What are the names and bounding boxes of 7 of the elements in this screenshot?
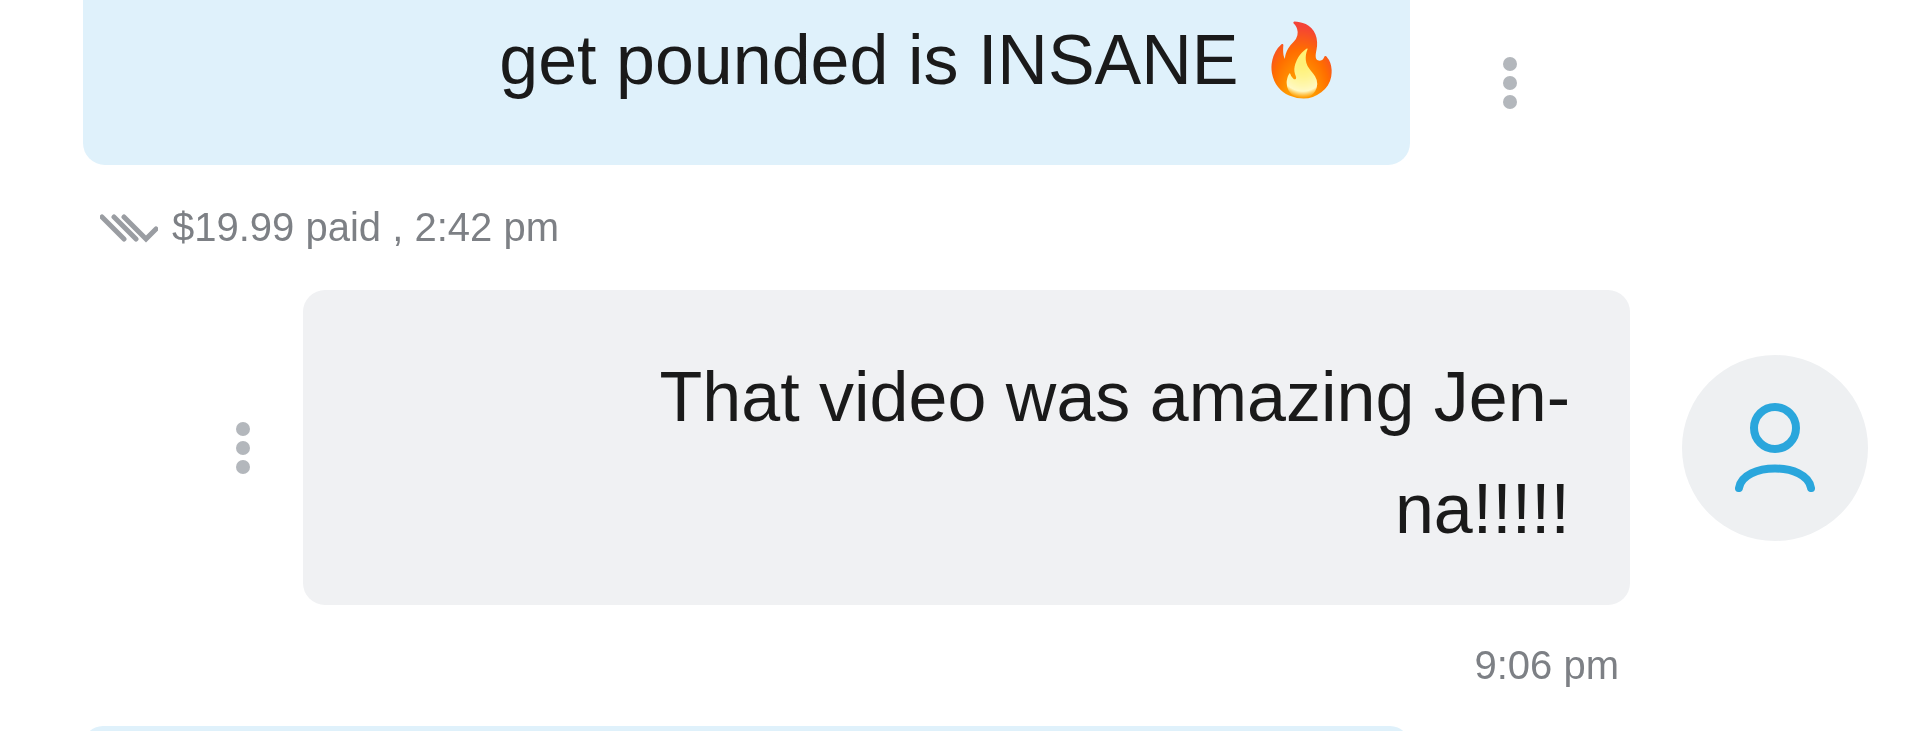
- message-meta: 9:06 pm: [1474, 643, 1619, 688]
- more-icon[interactable]: [1502, 55, 1518, 110]
- more-icon[interactable]: [235, 420, 251, 475]
- message-text: get pounded is INSANE 🔥: [499, 21, 1345, 99]
- message-meta: $19.99 paid , 2:42 pm: [172, 205, 559, 250]
- person-icon: [1733, 401, 1817, 494]
- message-text: That video was amazing Jen- na!!!!!: [659, 358, 1570, 548]
